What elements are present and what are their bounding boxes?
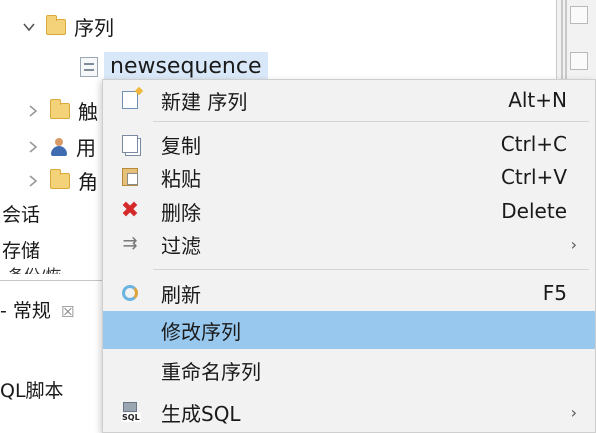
new-icon [119, 89, 141, 111]
copy-icon [119, 133, 141, 155]
menu-item-rename-sequence[interactable]: 重命名序列 [103, 352, 595, 388]
menu-item-label: 修改序列 [161, 319, 241, 344]
backup-label: 备份/恢 [8, 266, 61, 274]
tree-node-label: 角 [78, 170, 98, 194]
menu-item-label: 粘贴 [161, 166, 201, 191]
chevron-down-icon[interactable] [22, 20, 36, 34]
menu-item-shortcut: F5 [542, 281, 567, 305]
tab-close-icon[interactable]: ☒ [61, 303, 74, 321]
tree-node-newsequence[interactable]: newsequence [80, 52, 268, 82]
chevron-right-icon[interactable] [26, 174, 40, 188]
menu-item-modify-sequence[interactable]: 修改序列 [103, 311, 595, 349]
side-doc-icon[interactable] [570, 6, 588, 24]
sequence-icon [80, 57, 98, 77]
submenu-arrow-icon: › [570, 234, 577, 254]
menu-item-label: 刷新 [161, 282, 201, 307]
menu-item-label: 过滤 [161, 233, 201, 258]
tree-node-label: 触 [78, 100, 98, 124]
menu-item-shortcut: Alt+N [508, 88, 567, 112]
storage-label: 存储 [2, 240, 41, 262]
side-toolbar [556, 0, 596, 88]
session-label: 会话 [2, 204, 41, 226]
tab-general[interactable]: - 常规 ☒ [0, 296, 74, 323]
tree-node-partial-2[interactable]: 用 [26, 132, 96, 161]
menu-item-label: 删除 [161, 200, 201, 225]
menu-item-shortcut: Delete [501, 199, 567, 223]
menu-item-filter[interactable]: ⇉ 过滤 › [103, 228, 595, 260]
menu-item-label: 重命名序列 [161, 359, 261, 384]
submenu-arrow-icon: › [570, 402, 577, 422]
side-bar-line [565, 0, 567, 88]
folder-icon [46, 14, 66, 35]
tab-label: - 常规 [0, 300, 51, 322]
tree-node-label: 序列 [74, 16, 114, 40]
menu-item-label: 生成SQL [161, 401, 241, 426]
tree-node-sequences[interactable]: 序列 [22, 12, 114, 41]
generate-sql-icon: SQL [119, 401, 141, 423]
menu-item-shortcut: Ctrl+C [500, 132, 567, 156]
tree-node-session[interactable]: 会话 [2, 200, 40, 227]
filter-icon: ⇉ [122, 233, 138, 254]
tree-node-partial-3[interactable]: 角 [26, 166, 98, 195]
menu-item-shortcut: Ctrl+V [500, 165, 567, 189]
menu-separator [153, 121, 589, 122]
sql-script-label: QL脚本 [0, 376, 64, 403]
delete-icon: ✖ [120, 198, 140, 223]
user-icon [50, 137, 68, 156]
tab-divider [0, 280, 108, 281]
tree-node-storage[interactable]: 存储 [2, 236, 40, 263]
side-bar-line [561, 0, 563, 88]
tree-node-label: newsequence [104, 52, 268, 82]
menu-item-label: 复制 [161, 133, 201, 158]
menu-item-refresh[interactable]: 刷新 F5 [103, 276, 595, 310]
chevron-right-icon[interactable] [26, 104, 40, 118]
side-doc-icon[interactable] [570, 52, 588, 70]
menu-item-label: 新建 序列 [161, 89, 248, 114]
tree-node-label: 用 [76, 136, 96, 160]
paste-icon [119, 166, 141, 188]
tree-node-partial-1[interactable]: 触 [26, 96, 98, 125]
folder-icon [50, 168, 70, 189]
folder-icon [50, 98, 70, 119]
tree-node-backup-clipped[interactable]: 备份/恢 [8, 262, 61, 274]
context-menu: 新建 序列 Alt+N 复制 Ctrl+C 粘贴 Ctrl+V ✖ 删除 Del… [102, 79, 596, 433]
chevron-right-icon[interactable] [26, 140, 40, 154]
menu-item-new-sequence[interactable]: 新建 序列 Alt+N [103, 82, 595, 118]
menu-item-delete[interactable]: ✖ 删除 Delete [103, 195, 595, 227]
menu-item-generate-sql[interactable]: SQL 生成SQL › [103, 395, 595, 429]
sql-script-text: QL脚本 [0, 380, 64, 402]
sql-icon-text: SQL [121, 413, 141, 422]
menu-item-paste[interactable]: 粘贴 Ctrl+V [103, 161, 595, 193]
menu-separator [153, 269, 589, 270]
refresh-icon [119, 282, 141, 304]
menu-item-copy[interactable]: 复制 Ctrl+C [103, 128, 595, 160]
